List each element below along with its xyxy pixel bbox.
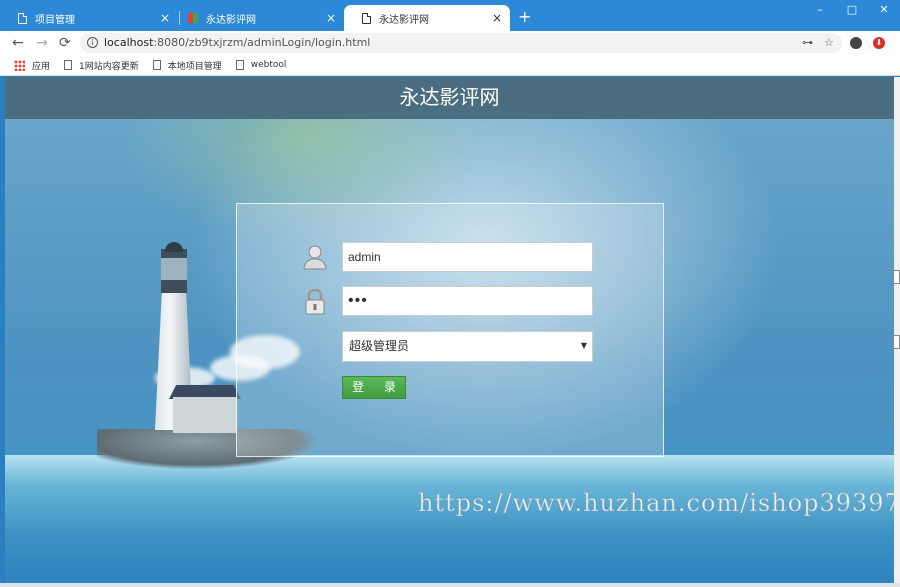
login-panel: admin ••• 超级管理员 ▼ 登 录: [236, 203, 664, 457]
user-icon: [303, 245, 327, 270]
bookmark-local-projects[interactable]: 本地项目管理: [152, 59, 222, 72]
profile-avatar-icon[interactable]: [850, 37, 862, 49]
new-tab-button[interactable]: +: [518, 9, 531, 25]
lighthouse-cap: [165, 242, 183, 252]
window-edge: [894, 77, 900, 587]
edge-marker: [893, 270, 900, 284]
bookmark-label: 本地项目管理: [167, 61, 222, 72]
page-icon: [18, 12, 27, 24]
close-tab-icon[interactable]: ×: [326, 11, 336, 25]
page-title: 永达影评网: [5, 77, 894, 119]
browser-toolbar: ← → ⟳ i localhost:8080/zb9txjrzm/adminLo…: [0, 31, 900, 55]
minimize-button[interactable]: –: [804, 0, 836, 22]
bookmark-star-icon[interactable]: ☆: [824, 33, 834, 53]
site-favicon-icon: [188, 13, 198, 23]
tab-title: 项目管理: [35, 14, 75, 26]
close-tab-icon[interactable]: ×: [160, 11, 170, 25]
tab-yongda-review-1[interactable]: 永达影评网 ×: [170, 5, 344, 31]
close-window-button[interactable]: ✕: [868, 0, 900, 22]
username-input[interactable]: admin: [342, 242, 593, 272]
sea-background: [5, 455, 894, 587]
bookmark-label: webtool: [250, 60, 287, 70]
back-button[interactable]: ←: [12, 33, 24, 53]
tab-title: 永达影评网: [206, 14, 256, 26]
bookmark-site-updates[interactable]: 1网站内容更新: [64, 59, 139, 72]
site-info-icon[interactable]: i: [87, 37, 98, 48]
window-controls: – □ ✕: [804, 0, 900, 22]
tab-yongda-review-active[interactable]: 永达影评网 ×: [344, 5, 510, 31]
page-icon: [362, 12, 371, 24]
status-bar: [0, 583, 900, 587]
maximize-button[interactable]: □: [836, 0, 868, 22]
tab-project-management[interactable]: 项目管理 ×: [0, 5, 178, 31]
page-icon: [64, 60, 73, 70]
password-key-icon[interactable]: ⊶: [802, 33, 813, 53]
bookmark-label: 应用: [32, 61, 51, 72]
lock-icon: [305, 288, 325, 315]
tab-title: 永达影评网: [379, 14, 429, 26]
bookmark-label: 1网站内容更新: [79, 61, 139, 72]
url-host: localhost: [104, 36, 154, 49]
login-button[interactable]: 登 录: [342, 376, 406, 399]
chevron-down-icon: ▼: [580, 341, 587, 350]
watermark-text: https://www.huzhan.com/ishop39397: [418, 489, 900, 518]
keeper-house: [173, 397, 237, 433]
apps-grid-icon: [14, 59, 25, 71]
page-icon: [152, 60, 161, 70]
role-select[interactable]: 超级管理员 ▼: [342, 331, 593, 362]
close-tab-icon[interactable]: ×: [492, 11, 502, 25]
role-selected-value: 超级管理员: [349, 339, 410, 353]
reload-button[interactable]: ⟳: [59, 33, 71, 53]
page-icon: [235, 60, 244, 70]
browser-tab-strip: 项目管理 × 永达影评网 × 永达影评网 × + – □ ✕: [0, 0, 900, 31]
bookmarks-bar: 应用 1网站内容更新 本地项目管理 webtool: [0, 55, 900, 76]
edge-marker: [893, 335, 900, 349]
address-bar[interactable]: i localhost:8080/zb9txjrzm/adminLogin/lo…: [80, 33, 842, 53]
url-path: :8080/zb9txjrzm/adminLogin/login.html: [153, 36, 371, 49]
forward-button[interactable]: →: [36, 33, 48, 53]
bookmark-apps[interactable]: 应用: [14, 59, 50, 72]
lighthouse-lamp: [161, 249, 187, 293]
bookmark-webtool[interactable]: webtool: [235, 60, 287, 70]
extension-icon[interactable]: ⬇: [873, 37, 885, 49]
password-input[interactable]: •••: [342, 286, 593, 316]
